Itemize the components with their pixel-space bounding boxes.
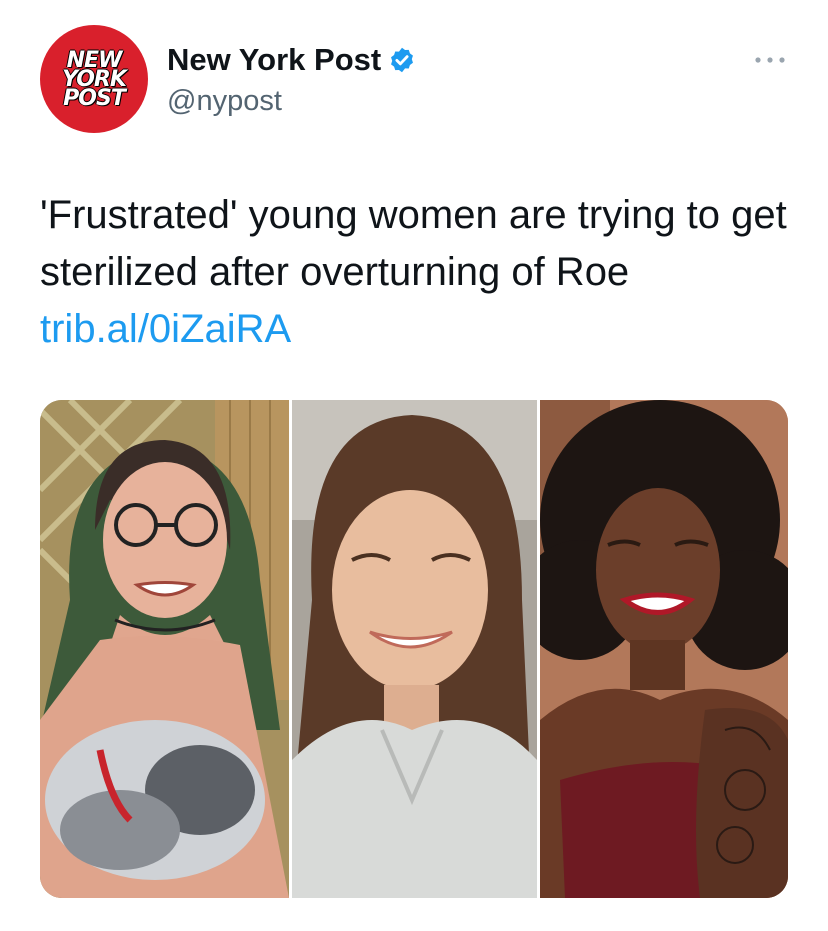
profile-avatar[interactable]: NEW YORK POST (40, 25, 148, 133)
media-photo-2[interactable] (292, 400, 537, 898)
media-photo-1[interactable] (40, 400, 289, 898)
account-handle[interactable]: @nypost (167, 85, 282, 118)
photo-illustration-2 (292, 400, 537, 898)
photo-illustration-3 (540, 400, 788, 898)
tweet-text: 'Frustrated' young women are trying to g… (40, 187, 800, 358)
account-name-row: New York Post (167, 42, 416, 78)
tweet-body: 'Frustrated' young women are trying to g… (40, 193, 787, 294)
media-photo-3[interactable] (540, 400, 788, 898)
account-name[interactable]: New York Post (167, 42, 381, 78)
tweet-link[interactable]: trib.al/0iZaiRA (40, 307, 291, 351)
more-options-icon[interactable] (752, 50, 788, 70)
nypost-logo: NEW YORK POST (62, 48, 127, 111)
tweet-media[interactable] (40, 400, 788, 898)
verified-badge-icon (391, 47, 414, 73)
photo-illustration-1 (40, 400, 289, 898)
